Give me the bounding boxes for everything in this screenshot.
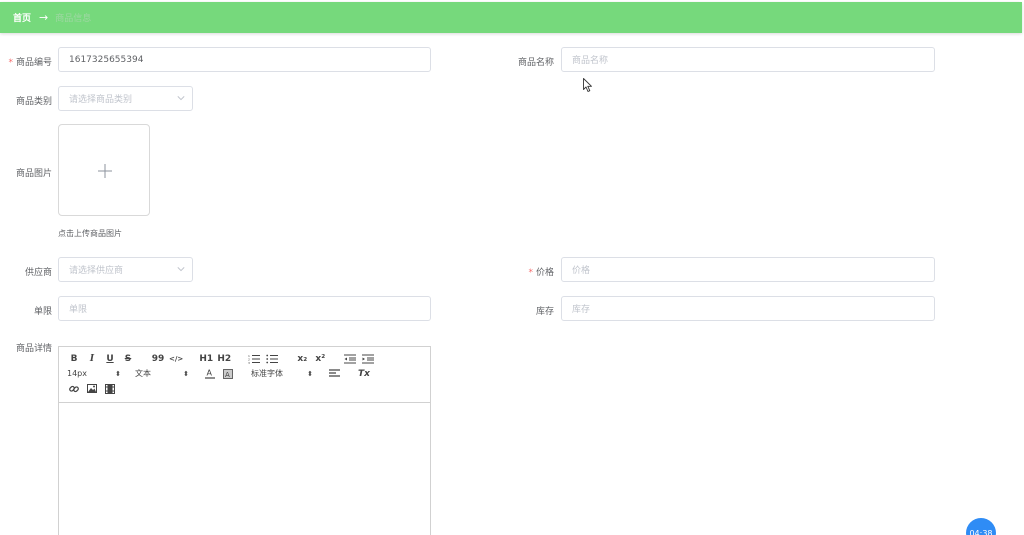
detail-label: 商品详情 xyxy=(15,344,52,354)
bullet-list-icon[interactable] xyxy=(265,352,279,366)
category-select[interactable]: 请选择商品类别 xyxy=(58,86,193,111)
font-family-picker[interactable]: 标准字体 ⬍ xyxy=(251,368,313,379)
category-label: 商品类别 xyxy=(15,97,52,107)
price-label: * 价格 xyxy=(528,268,554,278)
header1-button[interactable]: H1 xyxy=(199,352,213,366)
name-label: 商品名称 xyxy=(517,58,554,68)
italic-button[interactable]: I xyxy=(85,352,99,366)
stock-input[interactable]: 库存 xyxy=(561,296,935,321)
name-placeholder: 商品名称 xyxy=(572,56,609,66)
name-input[interactable]: 商品名称 xyxy=(561,47,935,72)
chevron-down-icon xyxy=(177,267,185,272)
unit-label: 单限 xyxy=(33,307,52,317)
code-value: 1617325655394 xyxy=(69,54,144,65)
outdent-icon[interactable] xyxy=(343,352,357,366)
clean-format-button[interactable]: Tx xyxy=(357,367,371,381)
rich-text-editor: B I U S 99 </> H1 H2 123 x₂ x² 14px ⬍ 文本… xyxy=(58,346,431,535)
unit-placeholder: 单限 xyxy=(69,305,88,315)
superscript-button[interactable]: x² xyxy=(313,352,327,366)
category-placeholder: 请选择商品类别 xyxy=(69,95,133,105)
timer-badge[interactable]: 04:38 xyxy=(966,518,996,535)
required-mark: * xyxy=(528,268,533,278)
font-size-picker[interactable]: 14px ⬍ xyxy=(67,369,121,378)
editor-toolbar: B I U S 99 </> H1 H2 123 x₂ x² 14px ⬍ 文本… xyxy=(59,347,430,403)
image-upload-box[interactable] xyxy=(58,124,150,216)
required-mark: * xyxy=(8,58,13,68)
image-icon[interactable] xyxy=(85,382,99,396)
subscript-button[interactable]: x₂ xyxy=(295,352,309,366)
chevron-down-icon xyxy=(177,96,185,101)
plus-icon xyxy=(98,164,112,178)
supplier-select[interactable]: 请选择供应商 xyxy=(58,257,193,282)
video-icon[interactable] xyxy=(103,382,117,396)
stock-placeholder: 库存 xyxy=(572,305,591,315)
stock-label: 库存 xyxy=(535,307,554,317)
price-input[interactable]: 价格 xyxy=(561,257,935,282)
editor-content-area[interactable] xyxy=(59,403,430,535)
background-color-icon[interactable]: A xyxy=(221,367,235,381)
font-color-icon[interactable]: A xyxy=(203,367,217,381)
underline-button[interactable]: U xyxy=(103,352,117,366)
header-picker[interactable]: 文本 ⬍ xyxy=(135,368,189,379)
strike-button[interactable]: S xyxy=(121,352,135,366)
svg-text:A: A xyxy=(207,369,213,378)
bold-button[interactable]: B xyxy=(67,352,81,366)
svg-text:A: A xyxy=(225,371,230,379)
code-block-button[interactable]: </> xyxy=(169,352,183,366)
breadcrumb-current: 商品信息 xyxy=(55,14,92,24)
upload-tip: 点击上传商品图片 xyxy=(58,229,122,238)
breadcrumb-home-link[interactable]: 首页 xyxy=(13,11,31,24)
unit-input[interactable]: 单限 xyxy=(58,296,431,321)
link-icon[interactable] xyxy=(67,382,81,396)
mouse-cursor-icon xyxy=(583,78,592,92)
breadcrumb-bar: 首页 → 商品信息 xyxy=(0,2,1022,33)
blockquote-button[interactable]: 99 xyxy=(151,352,165,366)
svg-text:3: 3 xyxy=(248,361,250,364)
supplier-label: 供应商 xyxy=(24,268,52,278)
image-label: 商品图片 xyxy=(15,169,52,179)
code-input[interactable]: 1617325655394 xyxy=(58,47,431,72)
align-icon[interactable] xyxy=(327,367,341,381)
code-label: * 商品编号 xyxy=(8,58,52,68)
supplier-placeholder: 请选择供应商 xyxy=(69,266,124,276)
ordered-list-icon[interactable]: 123 xyxy=(247,352,261,366)
price-placeholder: 价格 xyxy=(572,266,591,276)
breadcrumb-separator: → xyxy=(39,11,49,24)
header2-button[interactable]: H2 xyxy=(217,352,231,366)
indent-icon[interactable] xyxy=(361,352,375,366)
